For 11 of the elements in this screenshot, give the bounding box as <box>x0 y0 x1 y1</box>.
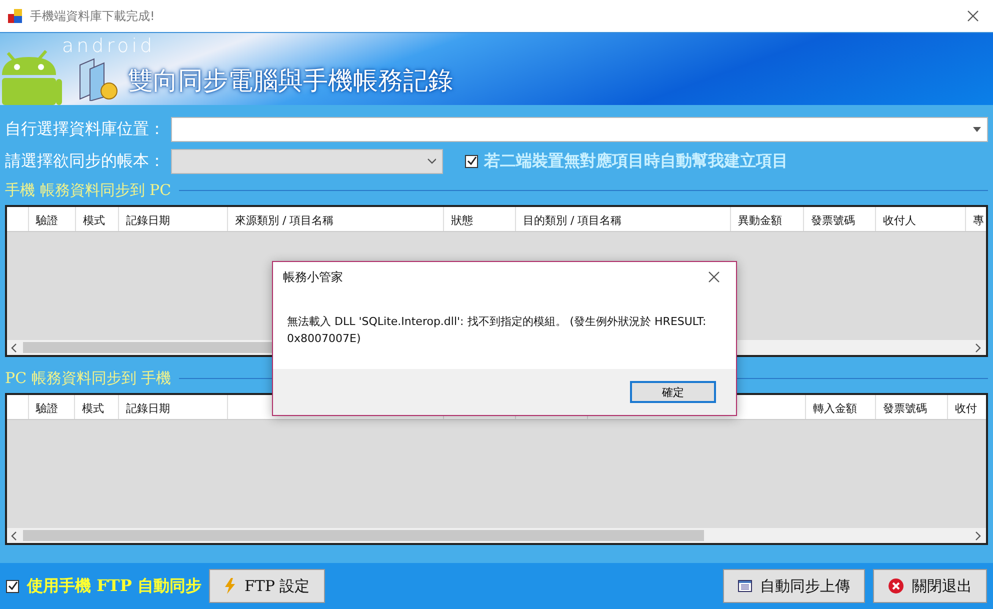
dialog-title: 帳務小管家 <box>283 268 343 286</box>
error-message: 無法載入 DLL 'SQLite.Interop.dll': 找不到指定的模組。 (發生例外狀況於 HRESULT: 0x8007007E) <box>286 314 708 346</box>
window-title: 手機端資料庫下載完成! <box>30 8 156 24</box>
banner-title: 雙向同步電腦與手機帳務記錄 <box>128 65 453 97</box>
field-label: 請選擇欲同步的帳本： <box>5 150 165 172</box>
section-title: 手機 帳務資料同步到 PC <box>5 180 172 200</box>
checkbox-label: 若二端裝置無對應項目時自動幫我建立項目 <box>484 150 788 172</box>
field-label: 自行選擇資料庫位置： <box>5 118 165 140</box>
section-title: PC 帳務資料同步到 手機 <box>5 368 172 388</box>
checkbox-label: 使用手機 FTP 自動同步 <box>27 576 202 596</box>
logo-text: android <box>62 35 156 57</box>
